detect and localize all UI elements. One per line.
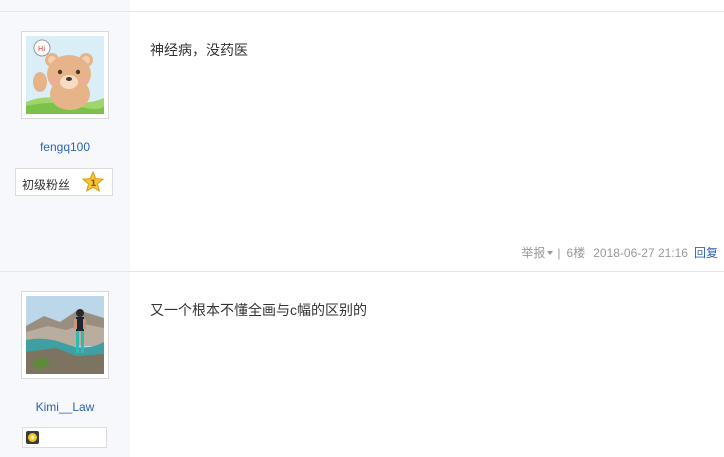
fan-level-badge[interactable]: 初级粉丝 1	[15, 168, 113, 196]
photo-avatar-icon	[26, 296, 104, 374]
post-floor-7: Kimi__Law 又一个根本不懂全画与c幅的区别的	[0, 271, 724, 457]
avatar[interactable]: Hi	[21, 31, 109, 119]
star-level-icon: 1	[81, 170, 105, 193]
previous-post-edge	[0, 0, 724, 11]
post-floor-6: Hi fengq100 初级粉丝 1 神经病，没药医 举报 | 6楼 2018-…	[0, 11, 724, 272]
chevron-down-icon[interactable]	[547, 250, 554, 255]
post-timestamp: 2018-06-27 21:16	[593, 245, 688, 260]
reply-button[interactable]: 回复	[694, 244, 718, 261]
bear-avatar-icon: Hi	[26, 36, 104, 114]
avatar[interactable]	[21, 291, 109, 379]
username[interactable]: fengq100	[0, 140, 130, 154]
post-content: 又一个根本不懂全画与c幅的区别的	[150, 302, 367, 318]
svg-text:Hi: Hi	[38, 45, 45, 53]
report-button[interactable]: 举报	[521, 244, 545, 261]
author-sidebar: Hi fengq100 初级粉丝 1	[0, 12, 130, 272]
member-badge[interactable]	[22, 427, 107, 448]
badge-level-number: 1	[90, 179, 96, 189]
gold-medal-icon	[26, 431, 39, 444]
username[interactable]: Kimi__Law	[0, 400, 130, 414]
badge-label: 初级粉丝	[22, 178, 71, 192]
author-sidebar: Kimi__Law	[0, 272, 130, 457]
previous-post-sidebar	[0, 0, 130, 11]
meta-divider: |	[557, 245, 561, 260]
floor-number: 6楼	[566, 246, 586, 260]
post-content: 神经病，没药医	[150, 42, 248, 58]
post-meta: 举报 | 6楼 2018-06-27 21:16 回复	[521, 244, 718, 261]
